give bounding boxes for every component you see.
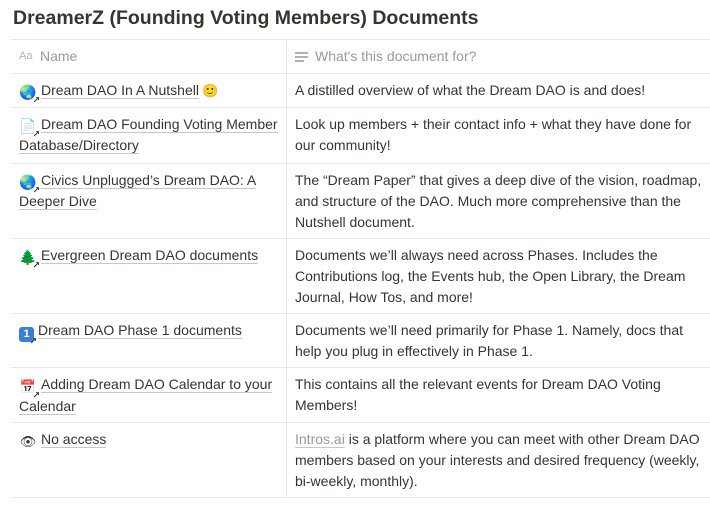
purpose-text: The “Dream Paper” that gives a deep dive…	[295, 172, 702, 230]
row-name-cell[interactable]: 🌏 ↗ Dream DAO In A Nutshell 🙂	[11, 74, 287, 107]
table-row: 🌲 ↗ Evergreen Dream DAO documents Document…	[11, 239, 710, 314]
link-arrow-icon: ↗	[29, 336, 37, 346]
document-link[interactable]: Adding Dream DAO Calendar to your Calend…	[19, 376, 273, 415]
table-row: 🌏 ↗ Dream DAO In A Nutshell 🙂 A distilled o…	[11, 74, 710, 108]
table-row: 📅 ↗ Adding Dream DAO Calendar to your Cale…	[11, 368, 710, 423]
table-header-row: Aa Name What's this document for?	[11, 40, 710, 74]
smiley-icon: 🙂	[201, 83, 219, 98]
column-header-purpose-label: What's this document for?	[315, 48, 477, 64]
table-row: 👁 No access Intros.ai is a platform where…	[11, 423, 710, 498]
table-row: 1 ↗ Dream DAO Phase 1 documents Documents …	[11, 314, 710, 368]
purpose-text: Documents we’ll need primarily for Phase…	[295, 322, 684, 359]
row-name-cell[interactable]: 📅 ↗ Adding Dream DAO Calendar to your Cale…	[11, 368, 287, 422]
evergreen-tree-icon: 🌲 ↗	[19, 249, 40, 270]
purpose-text: A distilled overview of what the Dream D…	[295, 82, 646, 98]
eye-icon: 👁	[19, 434, 37, 449]
link-arrow-icon: ↗	[32, 95, 40, 105]
page-title: DreamerZ (Founding Voting Members) Docum…	[13, 7, 479, 29]
text-type-icon: Aa	[19, 50, 33, 62]
row-purpose-cell: Intros.ai is a platform where you can me…	[287, 423, 710, 497]
row-purpose-cell: Documents we’ll always need across Phase…	[287, 239, 710, 313]
globe-icon: 🌏 ↗	[19, 84, 40, 105]
document-link[interactable]: Dream DAO Phase 1 documents	[38, 322, 242, 339]
purpose-text: Look up members + their contact info + w…	[295, 116, 692, 153]
row-name-cell[interactable]: 🌏 ↗ Civics Unplugged’s Dream DAO: A Deeper…	[11, 164, 287, 238]
row-purpose-cell: Look up members + their contact info + w…	[287, 108, 710, 163]
purpose-text: This contains all the relevant events fo…	[295, 376, 661, 413]
document-link[interactable]: Dream DAO Founding Voting Member Databas…	[19, 116, 278, 154]
row-purpose-cell: The “Dream Paper” that gives a deep dive…	[287, 164, 710, 238]
row-name-cell[interactable]: 📄 ↗ Dream DAO Founding Voting Member Datab…	[11, 108, 287, 163]
document-link[interactable]: Dream DAO In A Nutshell	[41, 82, 199, 99]
row-name-cell[interactable]: 🌲 ↗ Evergreen Dream DAO documents	[11, 239, 287, 313]
row-purpose-cell: Documents we’ll need primarily for Phase…	[287, 314, 710, 367]
table-row: 📄 ↗ Dream DAO Founding Voting Member Datab…	[11, 108, 710, 164]
globe-icon: 🌏 ↗	[19, 174, 40, 195]
column-header-name-label: Name	[40, 48, 78, 64]
column-header-purpose[interactable]: What's this document for?	[287, 40, 710, 73]
row-purpose-cell: This contains all the relevant events fo…	[287, 368, 710, 422]
link-arrow-icon: ↗	[32, 260, 40, 270]
purpose-text: Documents we’ll always need across Phase…	[295, 247, 686, 305]
text-lines-icon	[295, 52, 308, 64]
purpose-text: is a platform where you can meet with ot…	[295, 431, 700, 489]
calendar-icon: 📅 ↗	[19, 379, 40, 400]
document-link[interactable]: Evergreen Dream DAO documents	[41, 247, 259, 264]
link-arrow-icon: ↗	[32, 129, 40, 139]
row-purpose-cell: A distilled overview of what the Dream D…	[287, 74, 710, 107]
number-one-icon: 1 ↗	[19, 327, 37, 346]
link-arrow-icon: ↗	[32, 185, 40, 195]
table-row: 🌏 ↗ Civics Unplugged’s Dream DAO: A Deeper…	[11, 164, 710, 239]
intros-ai-link[interactable]: Intros.ai	[295, 431, 345, 448]
row-name-cell[interactable]: 1 ↗ Dream DAO Phase 1 documents	[11, 314, 287, 367]
column-header-name[interactable]: Aa Name	[11, 40, 287, 73]
document-link[interactable]: Civics Unplugged’s Dream DAO: A Deeper D…	[19, 172, 257, 210]
page-icon: 📄 ↗	[19, 118, 40, 139]
document-link[interactable]: No access	[41, 431, 107, 448]
documents-table: Aa Name What's this document for? 🌏 ↗ Drea…	[11, 39, 710, 498]
row-name-cell[interactable]: 👁 No access	[11, 423, 287, 497]
link-arrow-icon: ↗	[32, 390, 40, 400]
